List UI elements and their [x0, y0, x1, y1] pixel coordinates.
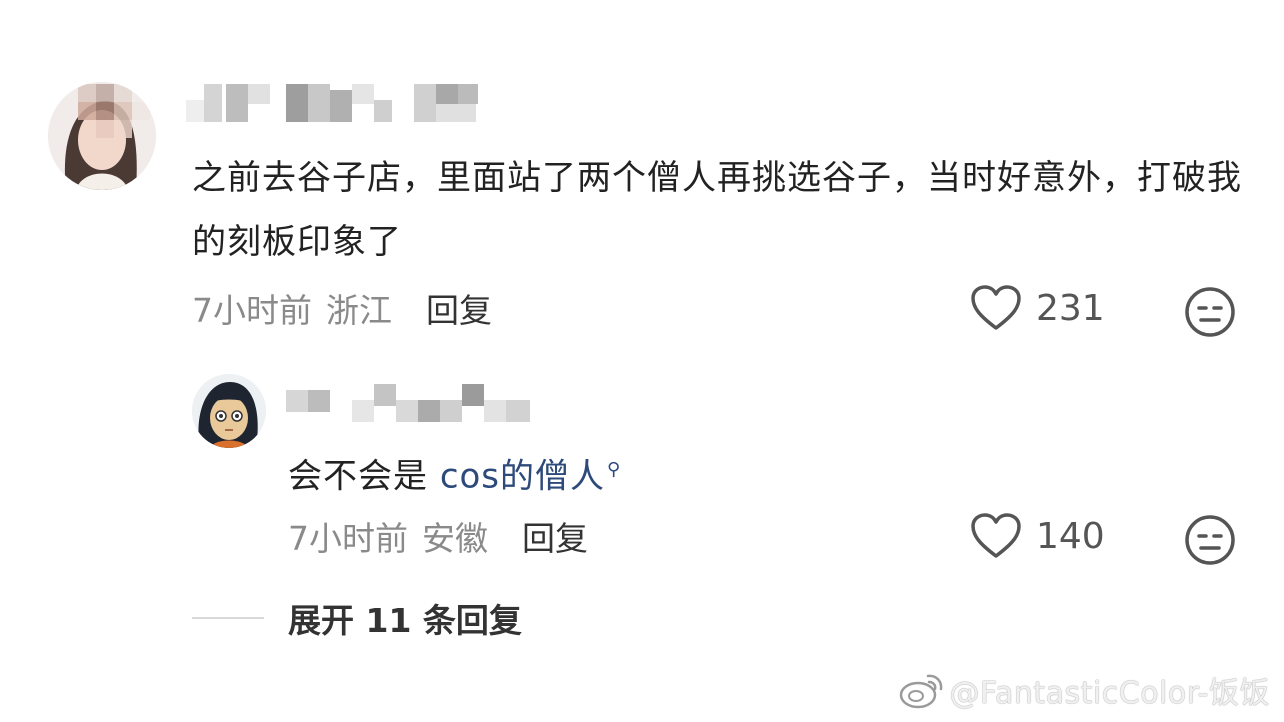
heart-outline-icon[interactable]	[970, 284, 1022, 332]
comment-text[interactable]: 之前去谷子店，里面站了两个僧人再挑选谷子，当时好意外，打破我的刻板印象了	[192, 146, 1252, 274]
neutral-face-icon[interactable]	[1184, 286, 1236, 338]
search-link[interactable]: cos的僧人	[440, 456, 605, 496]
heart-outline-icon[interactable]	[970, 512, 1022, 560]
username-censored[interactable]	[186, 80, 506, 126]
comment-thread: 之前去谷子店，里面站了两个僧人再挑选谷子，当时好意外，打破我的刻板印象了 7小时…	[0, 0, 1284, 722]
comment-location: 浙江	[326, 291, 392, 330]
reply-button[interactable]: 回复	[426, 284, 492, 332]
reply-meta: 7小时前 安徽 回复	[288, 512, 588, 560]
avatar-image	[48, 82, 156, 190]
expand-replies-button[interactable]: 展开 11 条回复	[288, 594, 522, 642]
expand-divider	[192, 617, 264, 619]
search-icon[interactable]: ⚲	[607, 459, 621, 480]
reply-text-prefix: 会不会是	[288, 456, 440, 497]
reply-time: 7小时前	[288, 519, 408, 558]
like-group: 231	[970, 284, 1105, 332]
username-censored[interactable]	[286, 380, 546, 424]
avatar-image	[192, 374, 266, 448]
weibo-logo-icon	[899, 674, 942, 709]
reply-location: 安徽	[422, 519, 488, 558]
reply-text[interactable]: 会不会是 cos的僧人 ⚲	[288, 438, 1188, 508]
reply-button[interactable]: 回复	[522, 512, 588, 560]
watermark: @FantasticColor-饭饭	[898, 668, 1271, 712]
avatar[interactable]	[192, 374, 266, 448]
like-group: 140	[970, 512, 1105, 560]
like-count: 231	[1036, 287, 1105, 329]
comment-time: 7小时前	[192, 291, 312, 330]
comment-meta: 7小时前 浙江 回复	[192, 284, 492, 332]
neutral-face-icon[interactable]	[1184, 514, 1236, 566]
like-count: 140	[1036, 515, 1105, 557]
avatar[interactable]	[48, 82, 156, 190]
watermark-text: @FantasticColor-饭饭	[949, 676, 1270, 711]
